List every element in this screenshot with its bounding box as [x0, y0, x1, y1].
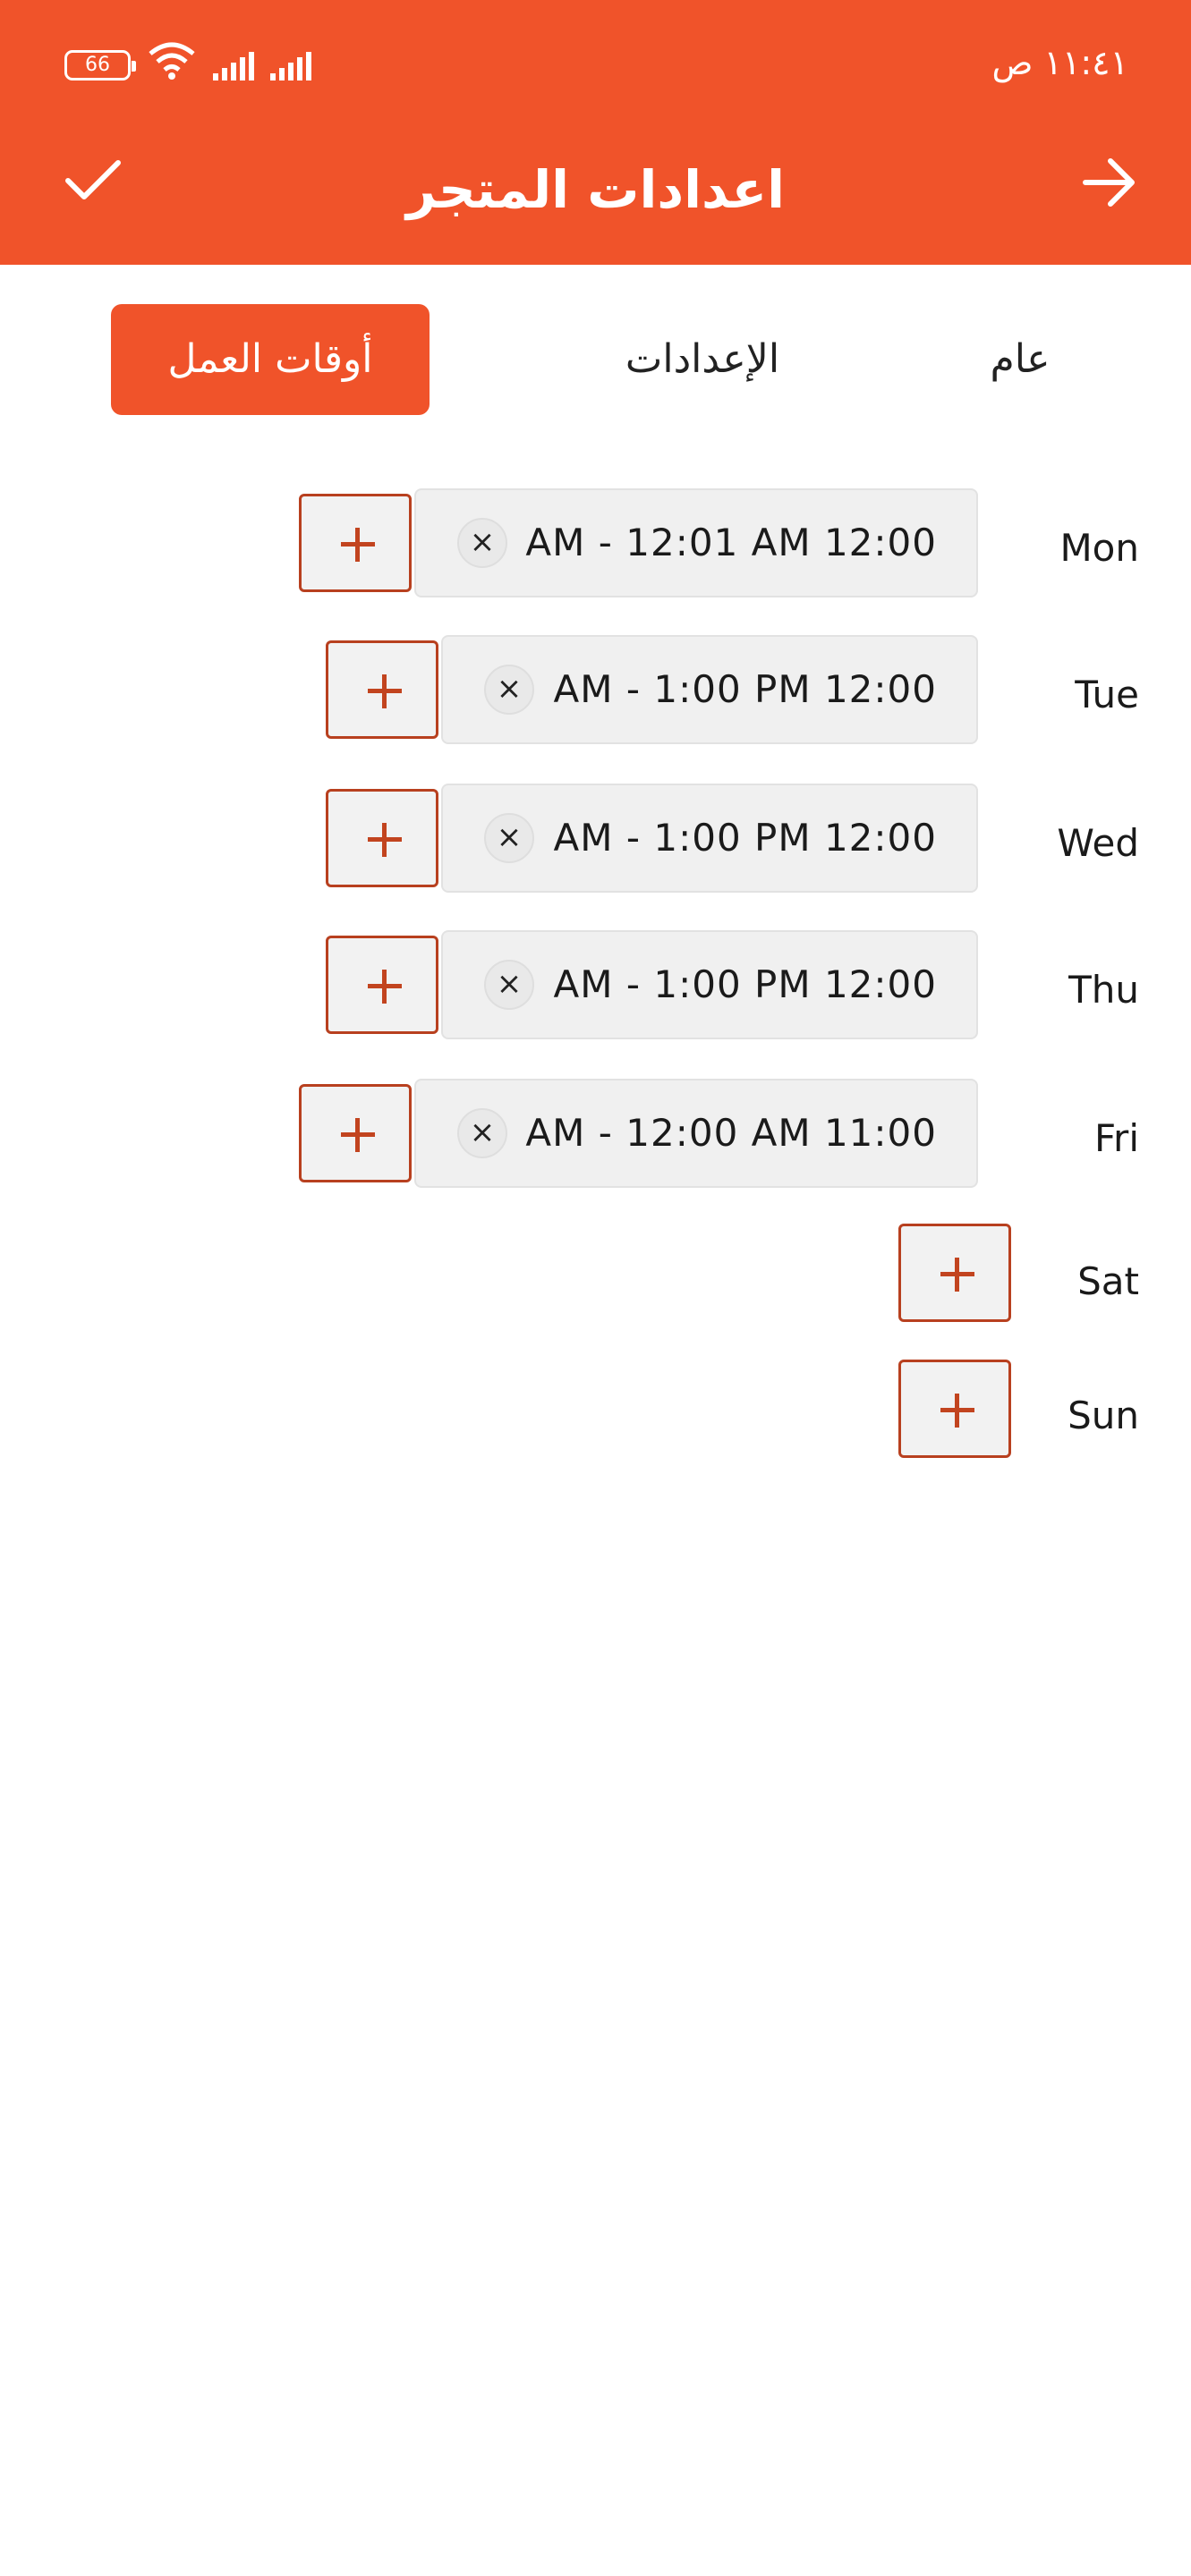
close-icon[interactable]: × [484, 960, 534, 1010]
time-slot-thu[interactable]: AM - 1:00 PM 12:00 × [441, 930, 978, 1039]
signal-icon-2 [270, 50, 311, 80]
signal-icon [213, 50, 254, 80]
time-slot-text: AM - 1:00 PM 12:00 [553, 667, 937, 711]
tab-general[interactable]: عام [931, 304, 1110, 415]
day-label-sun: Sun [1068, 1394, 1139, 1437]
add-slot-button-wed[interactable] [326, 789, 438, 887]
battery-icon: 66 [64, 50, 136, 80]
close-icon[interactable]: × [457, 518, 507, 568]
add-slot-button-mon[interactable] [299, 494, 412, 592]
time-slot-wed[interactable]: AM - 1:00 PM 12:00 × [441, 784, 978, 893]
app-bar: 66 ١١:٤١ ص اعدادات المتجر [0, 0, 1191, 265]
day-label-fri: Fri [1093, 1116, 1139, 1160]
day-label-wed: Wed [1057, 821, 1139, 865]
time-slot-text: AM - 12:01 AM 12:00 [525, 521, 937, 564]
time-slot-text: AM - 1:00 PM 12:00 [553, 962, 937, 1006]
day-label-tue: Tue [1075, 673, 1139, 716]
add-slot-button-tue[interactable] [326, 640, 438, 739]
close-icon[interactable]: × [484, 665, 534, 715]
battery-level: 66 [85, 54, 110, 76]
time-slot-text: AM - 12:00 AM 11:00 [525, 1111, 937, 1155]
day-label-thu: Thu [1068, 968, 1139, 1012]
page-title: اعدادات المتجر [405, 159, 786, 220]
time-slot-tue[interactable]: AM - 1:00 PM 12:00 × [441, 635, 978, 744]
arrow-right-icon[interactable] [1080, 157, 1139, 208]
add-slot-button-thu[interactable] [326, 936, 438, 1034]
time-slot-fri[interactable]: AM - 12:00 AM 11:00 × [414, 1079, 978, 1188]
tab-settings[interactable]: الإعدادات [555, 304, 850, 415]
add-slot-button-fri[interactable] [299, 1084, 412, 1182]
time-slot-text: AM - 1:00 PM 12:00 [553, 816, 937, 860]
close-icon[interactable]: × [484, 813, 534, 863]
day-label-mon: Mon [1059, 526, 1139, 570]
status-time: ١١:٤١ ص [991, 43, 1128, 82]
tab-working-hours[interactable]: أوقات العمل [111, 304, 430, 415]
add-slot-button-sun[interactable] [898, 1360, 1011, 1458]
close-icon[interactable]: × [457, 1108, 507, 1158]
time-slot-mon[interactable]: AM - 12:01 AM 12:00 × [414, 488, 978, 597]
day-label-sat: Sat [1077, 1259, 1139, 1303]
status-icons: 66 [64, 39, 311, 80]
add-slot-button-sat[interactable] [898, 1224, 1011, 1322]
wifi-icon [149, 42, 195, 80]
